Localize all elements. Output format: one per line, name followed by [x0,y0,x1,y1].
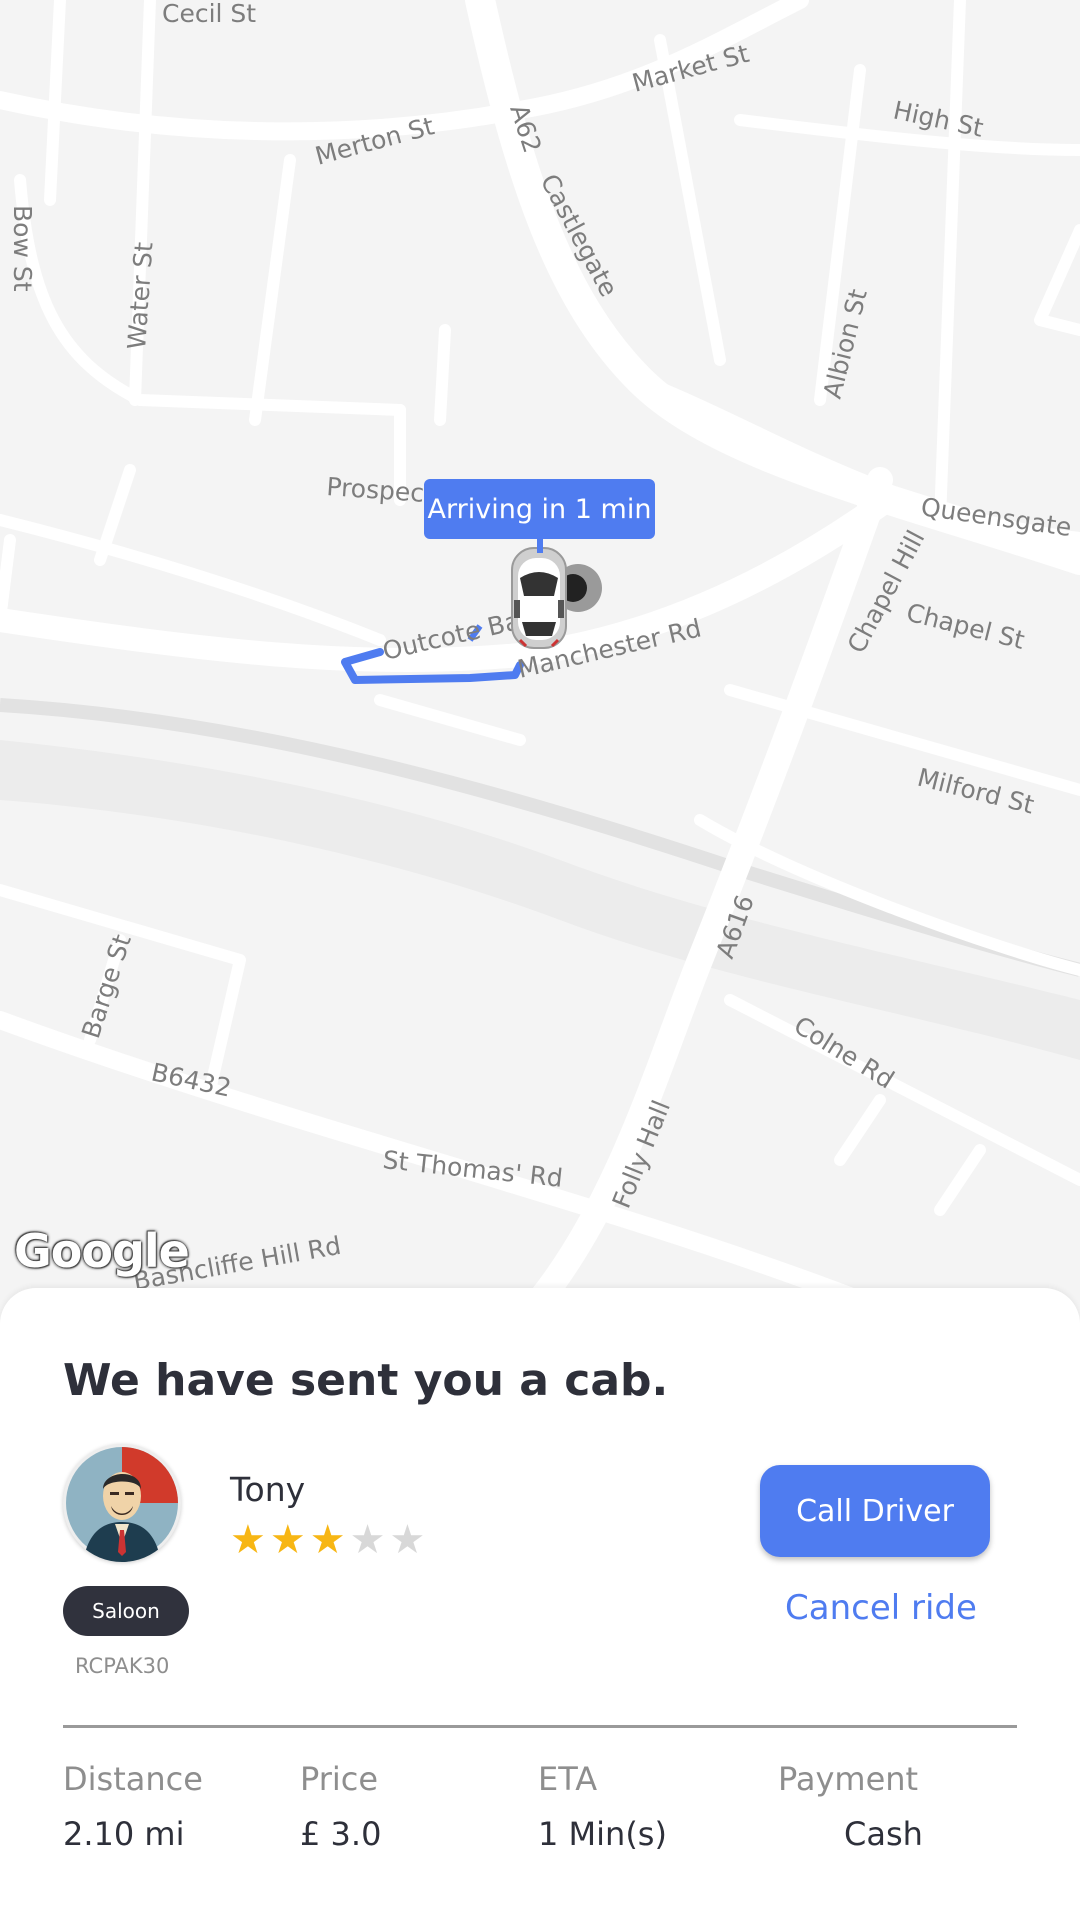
driver-portrait-icon [66,1447,178,1562]
cancel-ride-link[interactable]: Cancel ride [785,1588,977,1628]
car-marker-icon[interactable] [511,547,567,649]
eta-bubble: Arriving in 1 min [424,479,655,539]
eta-bubble-pointer [537,539,543,553]
star-icon: ★ [349,1517,386,1563]
vehicle-type-badge: Saloon [63,1586,189,1636]
license-plate: RCPAK30 [75,1654,170,1678]
driver-rating: ★ ★ ★ ★ ★ [230,1518,425,1562]
stat-label-eta: ETA [538,1760,598,1798]
star-icon: ★ [269,1517,306,1563]
map-view[interactable]: Cecil St Market St Merton St A62 High St… [0,0,1080,1300]
stat-label-payment: Payment [778,1760,919,1798]
stat-label-price: Price [300,1760,379,1798]
star-icon: ★ [389,1517,426,1563]
stat-value-payment: Cash [844,1815,923,1853]
street-label: Cecil St [162,0,256,28]
stat-value-distance: 2.10 mi [63,1815,185,1853]
stat-value-eta: 1 Min(s) [538,1815,667,1853]
star-icon: ★ [230,1517,266,1563]
sheet-title: We have sent you a cab. [63,1355,669,1406]
google-logo: Google [14,1224,190,1278]
call-driver-button[interactable]: Call Driver [760,1465,990,1557]
star-icon: ★ [309,1517,346,1563]
stat-value-price: £ 3.0 [300,1815,382,1853]
stat-label-distance: Distance [63,1760,203,1798]
driver-name: Tony [230,1470,306,1509]
street-label: Bow St [8,205,37,292]
divider [63,1725,1017,1728]
driver-avatar[interactable] [63,1444,181,1562]
